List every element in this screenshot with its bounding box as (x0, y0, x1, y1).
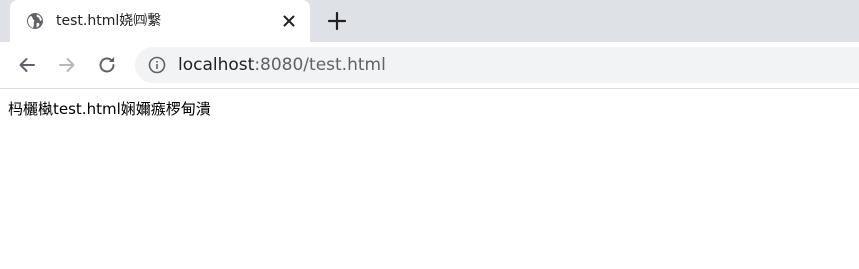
page-body-text: 杩欐槸test.html娴嬭瘯椤甸潰 (8, 100, 211, 118)
tab-title: test.html娆㈣繋 (56, 13, 162, 29)
address-bar[interactable]: localhost:8080/test.html (135, 47, 859, 83)
plus-icon[interactable] (326, 10, 348, 32)
toolbar: localhost:8080/test.html (0, 42, 859, 89)
arrow-left-icon[interactable] (15, 53, 39, 77)
tab-active[interactable]: test.html娆㈣繋 (10, 0, 310, 42)
url-path: :8080/test.html (254, 55, 386, 75)
globe-icon (27, 13, 43, 29)
url-host: localhost (178, 55, 255, 75)
browser-window: test.html娆㈣繋 localhost:8080/test.html 杩欐… (0, 0, 859, 269)
info-icon[interactable] (148, 56, 166, 74)
close-icon[interactable] (280, 12, 298, 30)
tab-strip: test.html娆㈣繋 (0, 0, 859, 42)
arrow-right-icon[interactable] (55, 53, 79, 77)
reload-icon[interactable] (95, 53, 119, 77)
url-text[interactable]: localhost:8080/test.html (178, 55, 386, 75)
